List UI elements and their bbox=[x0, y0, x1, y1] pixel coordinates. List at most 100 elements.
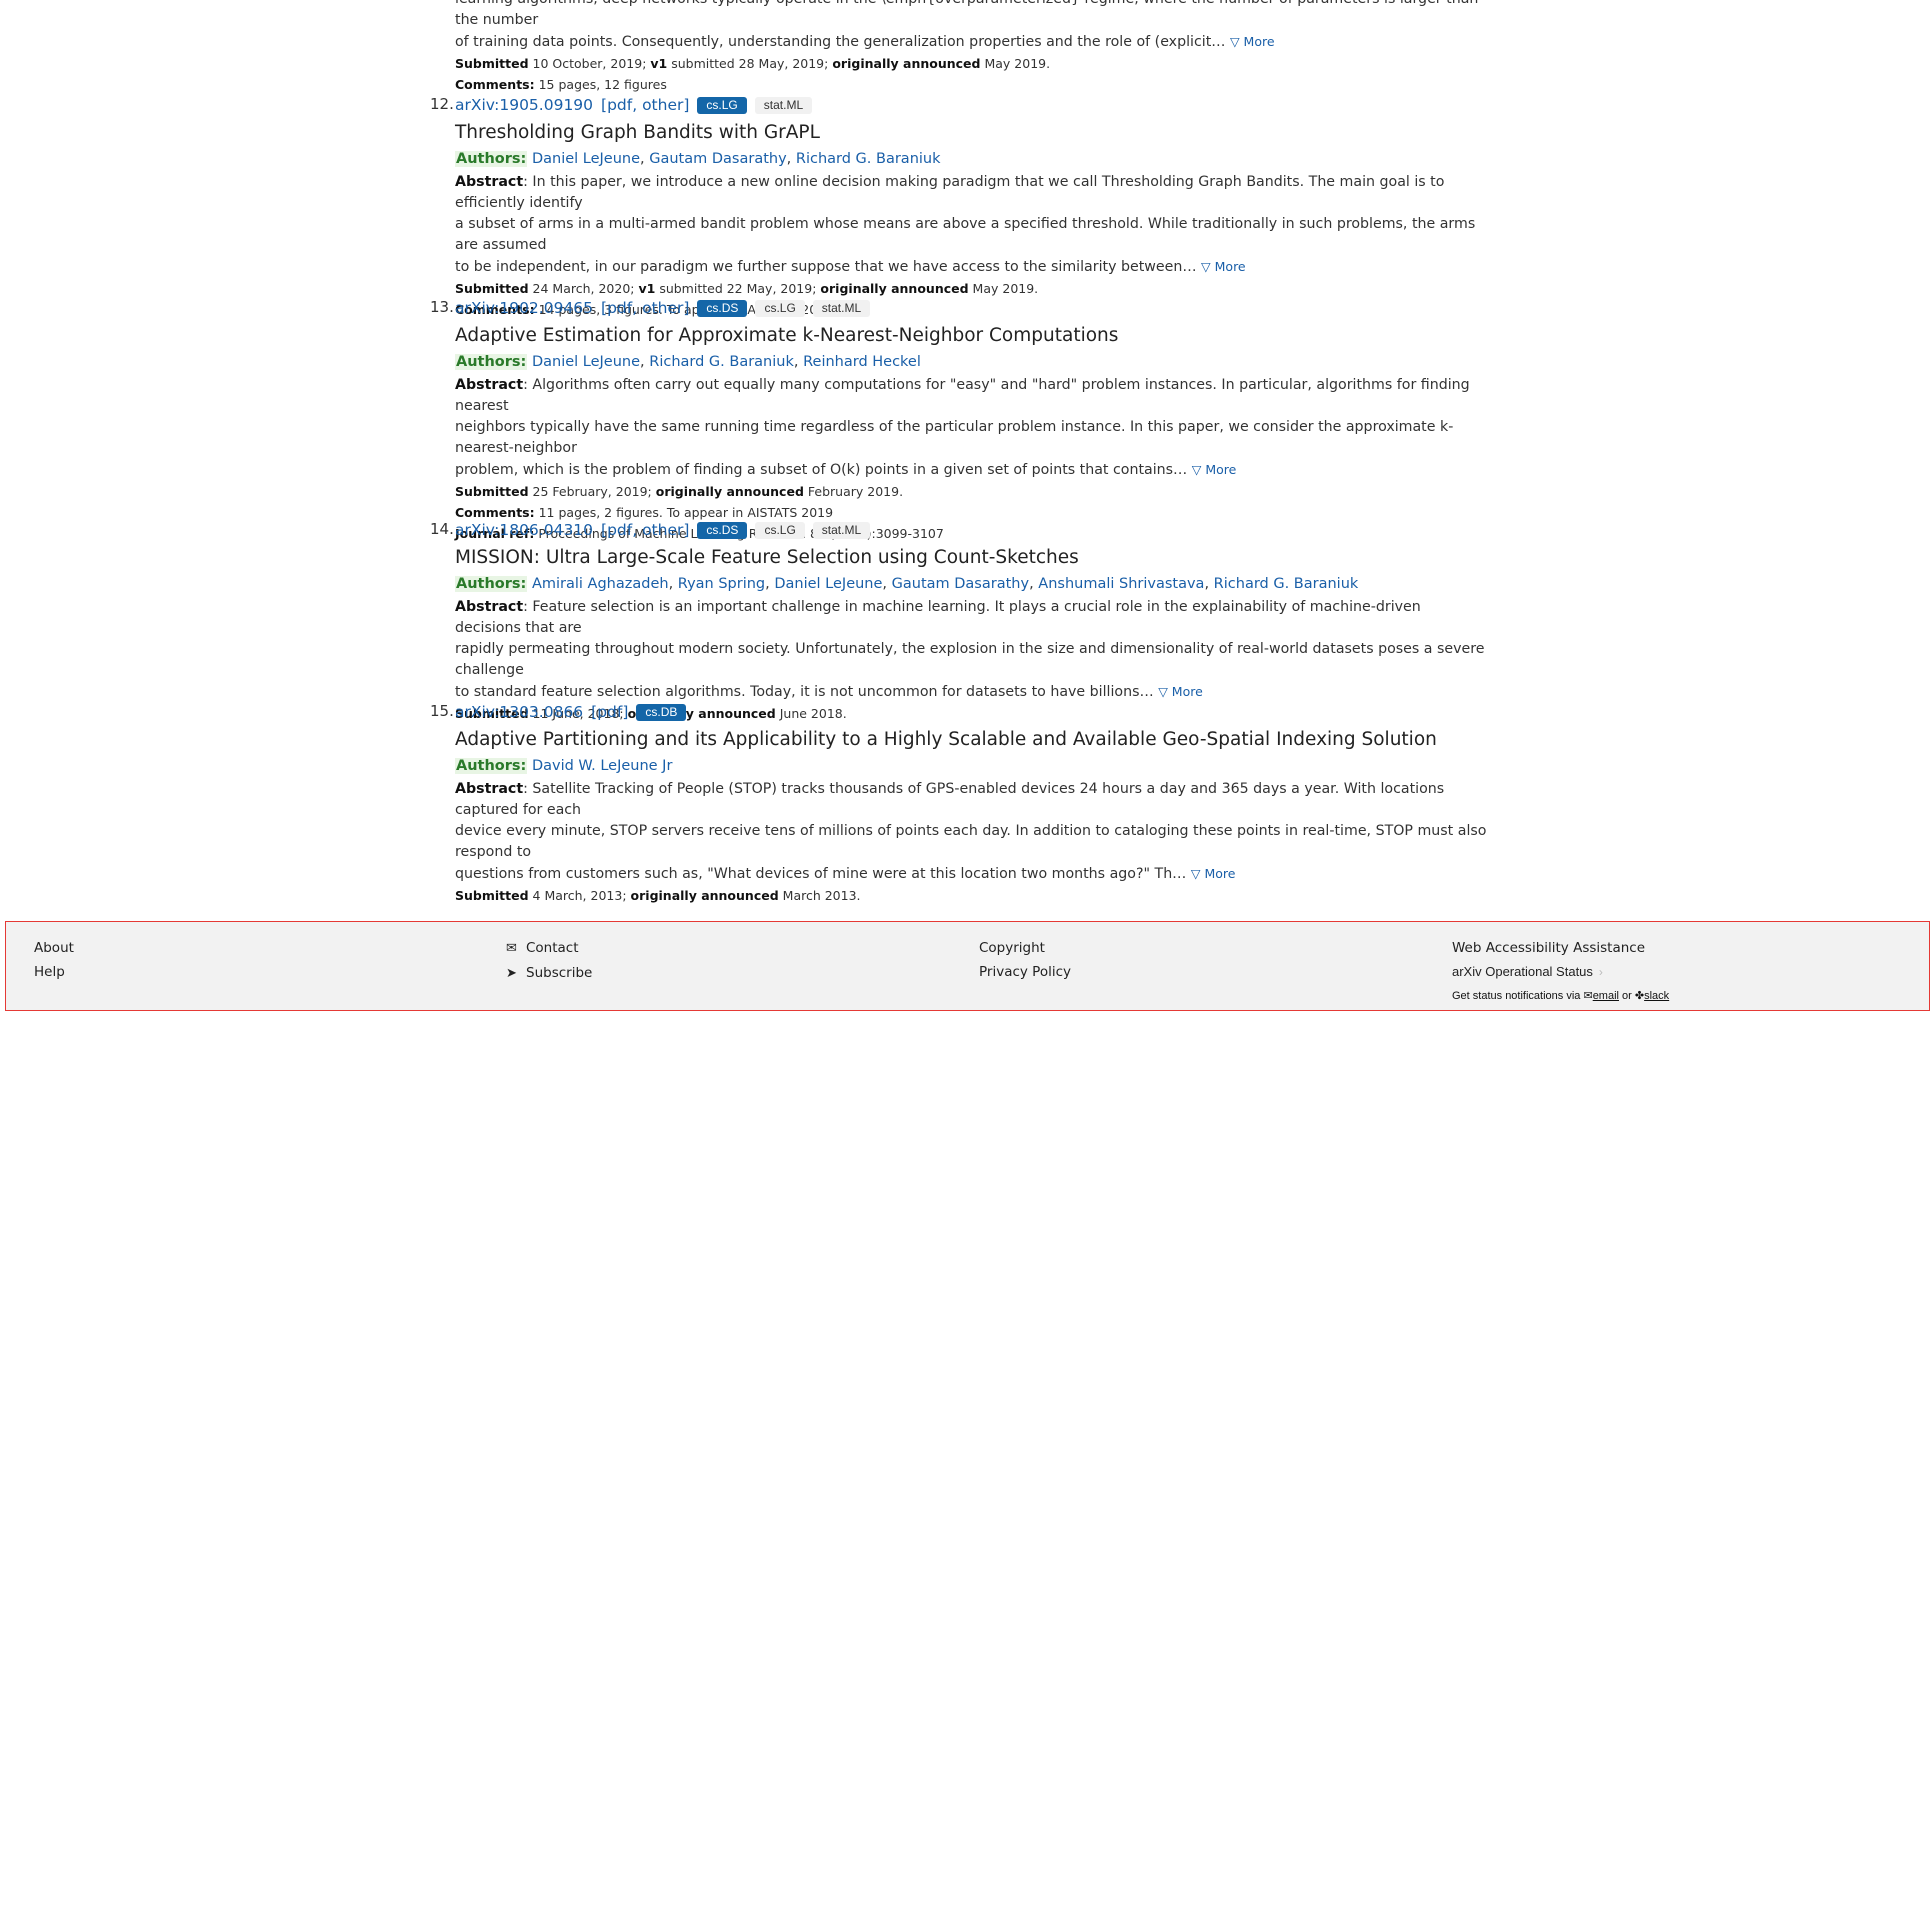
paper-title: MISSION: Ultra Large-Scale Feature Selec… bbox=[455, 547, 1079, 568]
abstract-line: a subset of arms in a multi-armed bandit… bbox=[455, 216, 1476, 253]
category-tag[interactable]: cs.LG bbox=[755, 299, 805, 317]
arxiv-id-link[interactable]: arXiv:1303.0866 bbox=[455, 700, 583, 724]
abstract-line: device every minute, STOP servers receiv… bbox=[455, 823, 1487, 860]
author-link[interactable]: Anshumali Shrivastava bbox=[1038, 576, 1204, 592]
abstract-line: : In this paper, we introduce a new onli… bbox=[455, 174, 1445, 211]
author-link[interactable]: Gautam Dasarathy bbox=[649, 151, 786, 167]
submitted-line: Submitted 25 February, 2019; originally … bbox=[455, 484, 904, 499]
more-link[interactable]: ▽ More bbox=[1230, 34, 1275, 49]
abstract-line: of training data points. Consequently, u… bbox=[455, 34, 1226, 50]
abstract-line: rapidly permeating throughout modern soc… bbox=[455, 641, 1485, 678]
formats-link[interactable]: [pdf, other] bbox=[601, 518, 689, 542]
abstract-line: : Satellite Tracking of People (STOP) tr… bbox=[455, 781, 1445, 818]
authors-line: Authors: Amirali Aghazadeh, Ryan Spring,… bbox=[455, 576, 1359, 592]
author-link[interactable]: Reinhard Heckel bbox=[803, 354, 921, 370]
paper-plane-icon: ➤ bbox=[506, 966, 517, 981]
paper-title: Adaptive Partitioning and its Applicabil… bbox=[455, 729, 1437, 750]
paper-title: Thresholding Graph Bandits with GrAPL bbox=[455, 122, 820, 143]
result-id-line: arXiv:1806.04310 [pdf, other] cs.DS cs.L… bbox=[455, 517, 1490, 543]
abstract-line: to be independent, in our paradigm we fu… bbox=[455, 259, 1197, 275]
category-tag[interactable]: cs.LG bbox=[755, 521, 805, 539]
footer-status-link[interactable]: arXiv Operational Status bbox=[1452, 964, 1593, 979]
author-link[interactable]: Amirali Aghazadeh bbox=[532, 576, 669, 592]
email-notify-link[interactable]: email bbox=[1593, 990, 1619, 1002]
slack-notify-link[interactable]: slack bbox=[1644, 990, 1669, 1002]
authors-line: Authors: Daniel LeJeune, Gautam Dasarath… bbox=[455, 151, 941, 167]
more-link[interactable]: ▽ More bbox=[1201, 259, 1246, 274]
chevron-right-icon: › bbox=[1598, 965, 1603, 979]
author-link[interactable]: Richard G. Baraniuk bbox=[1214, 576, 1359, 592]
abstract-tail: learning algorithms, deep networks typic… bbox=[455, 0, 1485, 53]
footer-privacy-link[interactable]: Privacy Policy bbox=[979, 964, 1071, 980]
primary-category-tag[interactable]: cs.LG bbox=[697, 96, 747, 114]
result-number: 14. bbox=[430, 520, 454, 538]
footer-help-link[interactable]: Help bbox=[34, 964, 65, 980]
arxiv-id-link[interactable]: arXiv:1806.04310 bbox=[455, 518, 593, 542]
abstract-line: neighbors typically have the same runnin… bbox=[455, 419, 1454, 456]
result-number: 15. bbox=[430, 702, 454, 720]
category-tag[interactable]: stat.ML bbox=[812, 521, 871, 539]
footer-col-4: Web Accessibility Assistance arXiv Opera… bbox=[1452, 936, 1669, 1008]
more-link[interactable]: ▽ More bbox=[1192, 462, 1237, 477]
result-item: 15. arXiv:1303.0866 [pdf] cs.DB Adaptive… bbox=[430, 699, 1490, 906]
abstract-label: Abstract bbox=[455, 174, 524, 190]
category-tag[interactable]: stat.ML bbox=[812, 299, 871, 317]
result-item: 14. arXiv:1806.04310 [pdf, other] cs.DS … bbox=[430, 517, 1490, 724]
abstract-line: learning algorithms, deep networks typic… bbox=[455, 0, 1478, 28]
submitted-line: Submitted 4 March, 2013; originally anno… bbox=[455, 888, 861, 903]
result-item: 12. arXiv:1905.09190 [pdf, other] cs.LG … bbox=[430, 92, 1490, 320]
footer-accessibility-link[interactable]: Web Accessibility Assistance bbox=[1452, 940, 1645, 956]
author-link[interactable]: David W. LeJeune Jr bbox=[532, 758, 672, 774]
footer-subscribe-link[interactable]: Subscribe bbox=[526, 965, 592, 981]
formats-link[interactable]: [pdf, other] bbox=[601, 93, 689, 117]
result-id-line: arXiv:1303.0866 [pdf] cs.DB bbox=[455, 699, 1490, 725]
author-link[interactable]: Richard G. Baraniuk bbox=[649, 354, 794, 370]
authors-line: Authors: Daniel LeJeune, Richard G. Bara… bbox=[455, 354, 921, 370]
abstract-label: Abstract bbox=[455, 781, 524, 797]
slack-icon: ✤ bbox=[1634, 990, 1645, 1002]
envelope-icon: ✉ bbox=[506, 941, 517, 956]
formats-link[interactable]: [pdf, other] bbox=[601, 296, 689, 320]
author-link[interactable]: Ryan Spring bbox=[678, 576, 765, 592]
result-item: 13. arXiv:1902.09465 [pdf, other] cs.DS … bbox=[430, 295, 1490, 544]
category-tag[interactable]: stat.ML bbox=[754, 96, 813, 114]
result-number: 13. bbox=[430, 298, 454, 316]
authors-label: Authors: bbox=[455, 758, 528, 774]
envelope-icon: ✉ bbox=[1583, 990, 1593, 1002]
status-notifications: Get status notifications via ✉email or ✤… bbox=[1452, 990, 1670, 1002]
arxiv-id-link[interactable]: arXiv:1902.09465 bbox=[455, 296, 593, 320]
abstract-line: : Feature selection is an important chal… bbox=[455, 599, 1421, 636]
abstract: Abstract: In this paper, we introduce a … bbox=[455, 172, 1490, 278]
abstract: Abstract: Algorithms often carry out equ… bbox=[455, 375, 1490, 481]
abstract-line: to standard feature selection algorithms… bbox=[455, 684, 1154, 700]
primary-category-tag[interactable]: cs.DS bbox=[697, 521, 748, 539]
footer-col-1: About Help bbox=[34, 936, 74, 984]
authors-label: Authors: bbox=[455, 354, 528, 370]
author-link[interactable]: Gautam Dasarathy bbox=[892, 576, 1029, 592]
more-link[interactable]: ▽ More bbox=[1191, 866, 1236, 881]
primary-category-tag[interactable]: cs.DS bbox=[697, 299, 748, 317]
author-link[interactable]: Richard G. Baraniuk bbox=[796, 151, 941, 167]
authors-line: Authors: David W. LeJeune Jr bbox=[455, 754, 1490, 778]
author-link[interactable]: Daniel LeJeune bbox=[532, 354, 640, 370]
footer-copyright-link[interactable]: Copyright bbox=[979, 940, 1045, 956]
abstract-line: problem, which is the problem of finding… bbox=[455, 462, 1188, 478]
primary-category-tag[interactable]: cs.DB bbox=[636, 703, 687, 721]
truncated-result: learning algorithms, deep networks typic… bbox=[455, 0, 1485, 95]
author-link[interactable]: Daniel LeJeune bbox=[532, 151, 640, 167]
footer-contact-link[interactable]: Contact bbox=[526, 940, 579, 956]
submitted-line: Submitted 10 October, 2019; v1 submitted… bbox=[455, 56, 1051, 71]
abstract-line: questions from customers such as, "What … bbox=[455, 866, 1187, 882]
more-link[interactable]: ▽ More bbox=[1158, 684, 1203, 699]
abstract-label: Abstract bbox=[455, 599, 524, 615]
arxiv-id-link[interactable]: arXiv:1905.09190 bbox=[455, 93, 593, 117]
result-id-line: arXiv:1905.09190 [pdf, other] cs.LG stat… bbox=[455, 92, 1490, 118]
result-number: 12. bbox=[430, 95, 454, 113]
authors-label: Authors: bbox=[455, 151, 528, 167]
formats-link[interactable]: [pdf] bbox=[591, 700, 628, 724]
author-link[interactable]: Daniel LeJeune bbox=[774, 576, 882, 592]
footer-about-link[interactable]: About bbox=[34, 940, 74, 956]
footer-col-2: ✉ Contact ➤ Subscribe bbox=[506, 936, 592, 986]
abstract: Abstract: Satellite Tracking of People (… bbox=[455, 779, 1490, 885]
authors-label: Authors: bbox=[455, 576, 528, 592]
